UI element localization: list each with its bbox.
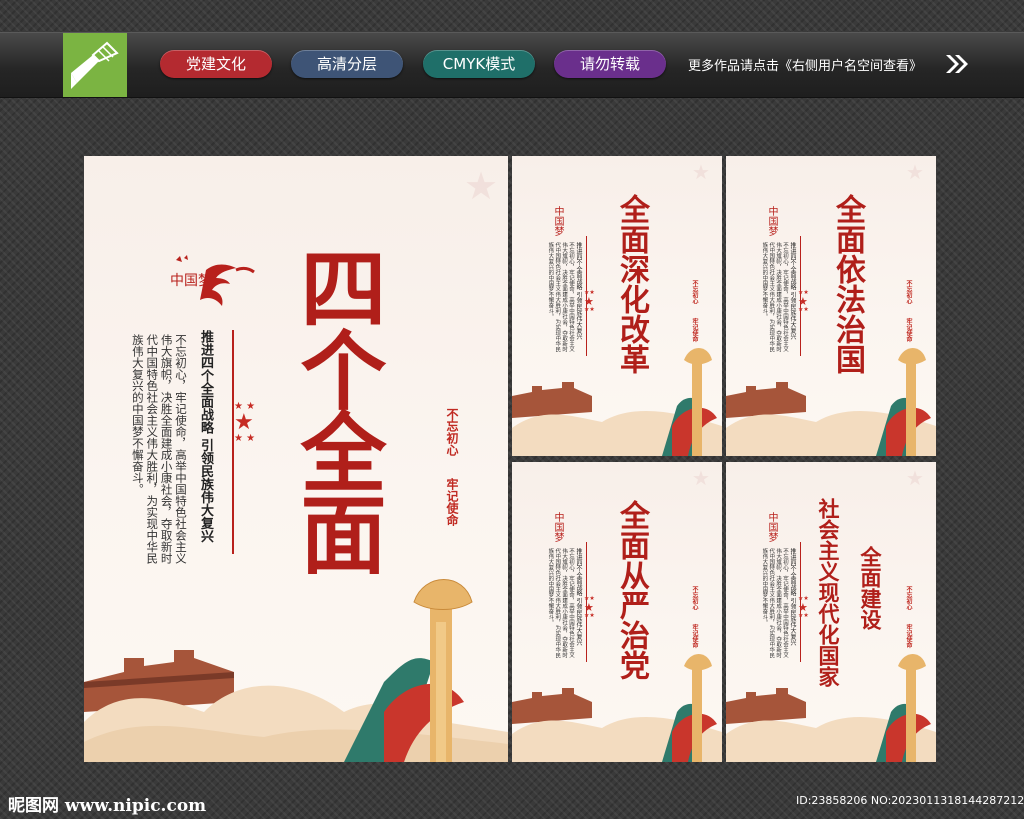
stamp-never-forget: 不忘初心 <box>691 280 698 304</box>
stamp-never-forget: 不忘初心 <box>691 586 698 610</box>
china-dream-logo: 中国梦 <box>166 250 258 322</box>
brand-text: 中国梦 <box>170 273 212 289</box>
great-wall-clouds-illustration <box>726 348 936 456</box>
main-subtitle: 推进四个全面战略 引领民族伟大复兴 <box>198 330 213 543</box>
stamp-remember-mission: 牢记使命 <box>905 318 912 342</box>
star-watermark-icon: ★ <box>906 466 924 490</box>
brand-text: 中国梦 <box>552 206 563 236</box>
poster-main: ★ 中国梦 推进四个全面战略 引领民族伟大复兴 不忘初心，牢记使命，高举中国特色… <box>84 156 508 762</box>
great-wall-clouds-illustration <box>84 579 508 762</box>
star-watermark-icon: ★ <box>906 160 924 184</box>
tag-label: 党建文化 <box>185 55 246 73</box>
stamp-never-forget: 不忘初心 <box>445 408 459 456</box>
star-watermark-icon: ★ <box>692 466 710 490</box>
poster-subtitle: 推进四个全面战略 引领民族伟大复兴 <box>575 548 582 646</box>
stamp-remember-mission: 牢记使命 <box>691 624 698 648</box>
star-watermark-icon: ★ <box>692 160 710 184</box>
poster-strict-governance: ★ 中国梦 不忘初心，牢记使命，高举中国特色社会主义伟大旗帜，决胜全面建成小康社… <box>512 462 722 762</box>
poster-body: 不忘初心，牢记使命，高举中国特色社会主义伟大旗帜，决胜全面建成小康社会，夺取新时… <box>547 548 574 658</box>
poster-modern-socialist-country: ★ 中国梦 不忘初心，牢记使命，高举中国特色社会主义伟大旗帜，决胜全面建成小康社… <box>726 462 936 762</box>
main-body: 不忘初心，牢记使命，高举中国特色社会主义伟大旗帜，决胜全面建成小康社会，夺取新时… <box>130 334 188 564</box>
poster-subtitle: 推进四个全面战略 引领民族伟大复兴 <box>575 242 582 340</box>
tag-label: 高清分层 <box>316 55 377 73</box>
great-wall-clouds-illustration <box>726 654 936 762</box>
poster-title-secondary: 全面建设 <box>858 546 883 630</box>
tag-cmyk[interactable]: CMYK模式 <box>423 50 535 78</box>
poster-body: 不忘初心，牢记使命，高举中国特色社会主义伟大旗帜，决胜全面建成小康社会，夺取新时… <box>547 242 574 352</box>
stamp-never-forget: 不忘初心 <box>905 280 912 304</box>
tag-label: CMYK模式 <box>442 55 516 73</box>
star-cluster-icon: ★ ★ ★ ★ ★ <box>234 401 256 444</box>
great-wall-clouds-illustration <box>512 654 722 762</box>
stamp-remember-mission: 牢记使命 <box>691 318 698 342</box>
poster-body: 不忘初心，牢记使命，高举中国特色社会主义伟大旗帜，决胜全面建成小康社会，夺取新时… <box>761 548 788 658</box>
stamp-remember-mission: 牢记使命 <box>445 478 459 526</box>
poster-deepen-reform: ★ 中国梦 不忘初心，牢记使命，高举中国特色社会主义伟大旗帜，决胜全面建成小康社… <box>512 156 722 456</box>
promo-text[interactable]: 更多作品请点击《右侧用户名空间查看》 <box>688 55 922 74</box>
pen-nib-icon <box>63 33 127 97</box>
star-watermark-icon: ★ <box>464 164 499 208</box>
poster-rule-of-law: ★ 中国梦 不忘初心，牢记使命，高举中国特色社会主义伟大旗帜，决胜全面建成小康社… <box>726 156 936 456</box>
poster-body: 不忘初心，牢记使命，高举中国特色社会主义伟大旗帜，决胜全面建成小康社会，夺取新时… <box>761 242 788 352</box>
poster-subtitle: 推进四个全面战略 引领民族伟大复兴 <box>789 548 796 646</box>
brand-text: 中国梦 <box>766 512 777 542</box>
double-chevron-right-icon[interactable] <box>944 53 970 79</box>
poster-subtitle: 推进四个全面战略 引领民族伟大复兴 <box>789 242 796 340</box>
star-cluster-icon: ★★ ★ ★★ <box>584 289 595 313</box>
site-logo[interactable] <box>63 33 127 97</box>
tag-party-culture[interactable]: 党建文化 <box>160 50 272 78</box>
main-title: 四个全面 <box>285 244 386 572</box>
stamp-remember-mission: 牢记使命 <box>905 624 912 648</box>
star-cluster-icon: ★★ ★ ★★ <box>584 595 595 619</box>
tag-hd-layers[interactable]: 高清分层 <box>291 50 403 78</box>
tag-no-repost[interactable]: 请勿转载 <box>554 50 666 78</box>
stamp-never-forget: 不忘初心 <box>905 586 912 610</box>
brand-text: 中国梦 <box>552 512 563 542</box>
great-wall-clouds-illustration <box>512 348 722 456</box>
image-id-text: ID:23858206 NO:20230113181442872124 <box>796 794 1024 807</box>
star-cluster-icon: ★★ ★ ★★ <box>798 289 809 313</box>
star-cluster-icon: ★★ ★ ★★ <box>798 595 809 619</box>
brand-text: 中国梦 <box>766 206 777 236</box>
tag-label: 请勿转载 <box>579 55 640 73</box>
site-watermark: 昵图网 www.nipic.com <box>8 796 207 816</box>
